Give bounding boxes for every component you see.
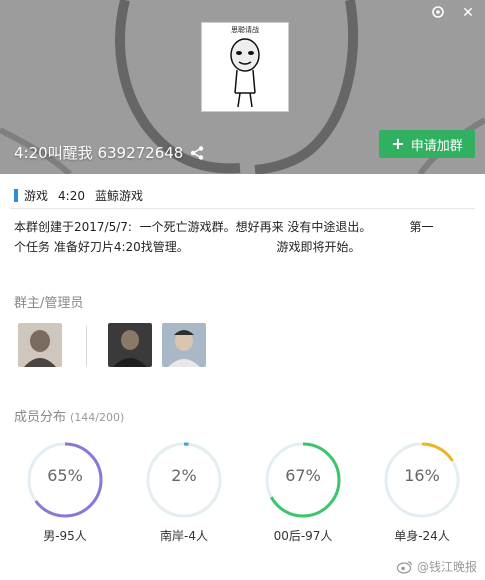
members-section-title: 成员分布 (144/200) (14, 406, 124, 425)
watermark-text: @钱江晚报 (416, 560, 477, 574)
tag-item[interactable]: 蓝鲸游戏 (95, 187, 143, 204)
window-controls: ✕ (429, 4, 477, 22)
stat-label: 南岸-4人 (160, 529, 208, 543)
tag-item[interactable]: 游戏 (24, 187, 48, 204)
stat-label: 单身-24人 (394, 529, 450, 543)
share-icon[interactable] (189, 145, 205, 161)
member-stat: 67% 00后-97人 (260, 437, 346, 544)
description-line: 个任务 准备好刀片4:20找管理。 游戏即将开始。 (14, 240, 361, 254)
weibo-icon (396, 560, 413, 574)
member-stat: 65% 男-95人 (22, 437, 108, 544)
group-header: ✕ 思聪请战 4:20叫醒我 639272648 + 申请加群 (0, 0, 485, 174)
pin-icon[interactable] (429, 4, 447, 22)
admin-avatar-1[interactable] (108, 323, 152, 367)
watermark: @钱江晚报 (396, 558, 477, 575)
tag-item[interactable]: 4:20 (58, 189, 85, 203)
admin-avatar-2[interactable] (162, 323, 206, 367)
divider (10, 208, 475, 209)
join-group-label: 申请加群 (410, 138, 463, 154)
owner-avatar[interactable] (18, 323, 62, 367)
admins-section-title: 群主/管理员 (14, 296, 84, 311)
group-avatar-caption: 思聪请战 (231, 26, 259, 34)
stat-label: 男-95人 (43, 529, 87, 543)
stat-percentage: 67% (285, 466, 321, 485)
group-name: 4:20叫醒我 639272648 (14, 144, 184, 162)
stat-percentage: 2% (171, 466, 197, 485)
group-tags: 游戏 4:20 蓝鲸游戏 (14, 187, 147, 204)
group-title: 4:20叫醒我 639272648 (14, 142, 205, 163)
close-icon[interactable]: ✕ (459, 4, 477, 22)
members-title-label: 成员分布 (14, 410, 67, 425)
member-stat: 16% 单身-24人 (379, 437, 465, 544)
stat-percentage: 65% (47, 466, 83, 485)
meme-face-icon (230, 38, 260, 108)
member-stat: 2% 南岸-4人 (141, 437, 227, 544)
plus-icon: + (391, 134, 405, 153)
stat-label: 00后-97人 (273, 529, 333, 543)
members-count: (144/200) (70, 411, 125, 424)
stat-percentage: 16% (404, 466, 440, 485)
join-group-button[interactable]: + 申请加群 (379, 130, 475, 158)
group-avatar: 思聪请战 (201, 22, 289, 112)
description-line: 本群创建于2017/5/7: 一个死亡游戏群。想好再来 没有中途退出。 第一 (14, 220, 434, 234)
tag-accent-bar (14, 189, 18, 202)
admin-separator (86, 326, 87, 366)
group-description: 本群创建于2017/5/7: 一个死亡游戏群。想好再来 没有中途退出。 第一 个… (14, 217, 474, 257)
